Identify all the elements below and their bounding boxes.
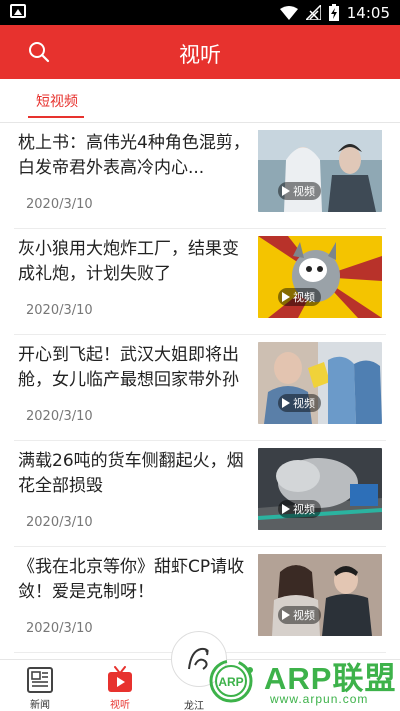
battery-charging-icon (328, 4, 339, 21)
video-thumbnail[interactable]: 视频 (258, 236, 382, 318)
arp-watermark: ARP ARP联盟 www.arpun.com (204, 650, 400, 711)
thumbnail-image (258, 448, 382, 530)
tab-short-video[interactable]: 短视频 (28, 91, 86, 119)
newspaper-icon (27, 667, 53, 693)
status-bar: 14:05 (0, 0, 400, 25)
video-badge: 视频 (278, 182, 321, 200)
thumbnail-image (258, 342, 382, 424)
video-thumbnail[interactable]: 视频 (258, 130, 382, 212)
wifi-icon (279, 5, 298, 20)
list-item[interactable]: 满载26吨的货车侧翻起火，烟花全部损毁 2020/3/10 视频 (14, 441, 386, 547)
video-list: 枕上书：高伟光4种角色混剪，白发帝君外表高冷内心... 2020/3/10 视频… (0, 123, 400, 653)
tab-active-indicator (28, 116, 84, 118)
item-date: 2020/3/10 (26, 303, 93, 318)
nav-label: 龙江 (184, 701, 204, 711)
item-date: 2020/3/10 (26, 197, 93, 212)
item-date: 2020/3/10 (26, 621, 93, 636)
nav-item-audiovisual[interactable]: 视听 (90, 660, 150, 711)
signal-icon (305, 5, 321, 20)
item-headline[interactable]: 灰小狼用大炮炸工厂，结果变成礼炮，计划失败了 (18, 237, 250, 287)
arp-logo-icon: ARP (209, 659, 253, 703)
app-header: 视听 (0, 25, 400, 79)
list-item[interactable]: 灰小狼用大炮炸工厂，结果变成礼炮，计划失败了 2020/3/10 视频 (14, 229, 386, 335)
video-badge: 视频 (278, 394, 321, 412)
item-headline[interactable]: 开心到飞起！武汉大姐即将出舱，女儿临产最想回家带外孙 (18, 343, 250, 393)
nav-label: 新闻 (30, 700, 50, 711)
item-date: 2020/3/10 (26, 409, 93, 424)
clock: 14:05 (346, 3, 390, 22)
svg-text:ARP: ARP (218, 675, 243, 689)
page-title: 视听 (179, 43, 221, 67)
watermark-url: www.arpun.com (270, 692, 369, 706)
video-badge: 视频 (278, 606, 321, 624)
thumbnail-image (258, 130, 382, 212)
item-date: 2020/3/10 (26, 515, 93, 530)
video-badge: 视频 (278, 288, 321, 306)
item-headline[interactable]: 满载26吨的货车侧翻起火，烟花全部损毁 (18, 449, 250, 499)
list-item[interactable]: 开心到飞起！武汉大姐即将出舱，女儿临产最想回家带外孙 2020/3/10 视频 (14, 335, 386, 441)
nav-label: 视听 (110, 700, 130, 711)
tab-bar: 短视频 (0, 79, 400, 123)
item-headline[interactable]: 《我在北京等你》甜虾CP请收敛！爱是克制呀！ (18, 555, 250, 605)
video-badge: 视频 (278, 500, 321, 518)
play-icon (282, 610, 290, 620)
video-thumbnail[interactable]: 视频 (258, 448, 382, 530)
play-icon (282, 504, 290, 514)
nav-item-news[interactable]: 新闻 (10, 660, 70, 711)
play-icon (282, 186, 290, 196)
tv-icon (108, 666, 132, 692)
video-thumbnail[interactable]: 视频 (258, 342, 382, 424)
play-icon (282, 398, 290, 408)
thumbnail-image (258, 236, 382, 318)
item-headline[interactable]: 枕上书：高伟光4种角色混剪，白发帝君外表高冷内心... (18, 131, 250, 181)
play-icon (282, 292, 290, 302)
thumbnail-image (258, 554, 382, 636)
video-thumbnail[interactable]: 视频 (258, 554, 382, 636)
list-item[interactable]: 枕上书：高伟光4种角色混剪，白发帝君外表高冷内心... 2020/3/10 视频 (14, 123, 386, 229)
gallery-notification-icon (10, 4, 26, 18)
